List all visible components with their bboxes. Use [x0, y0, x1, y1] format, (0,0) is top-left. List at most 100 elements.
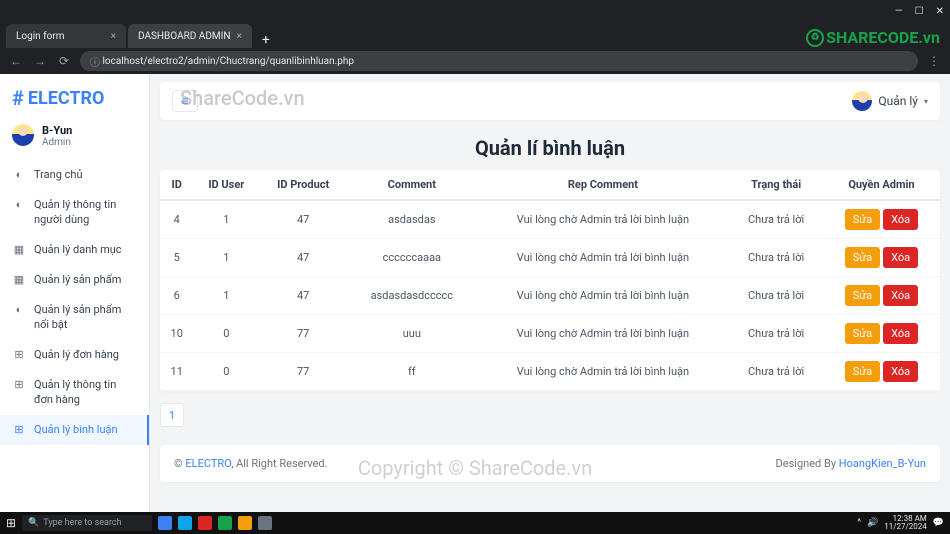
cell-id: 5 — [160, 239, 193, 277]
tab-close-icon[interactable]: × — [111, 31, 116, 42]
edit-button[interactable]: Sửa — [845, 361, 880, 382]
win-minimize-icon[interactable]: — — [895, 6, 903, 17]
cell-id-product: 47 — [259, 239, 347, 277]
sidebar-item-order-info[interactable]: ⊞Quản lý thông tin đơn hàng — [0, 370, 149, 415]
sidebar-item-home[interactable]: ◐Trang chủ — [0, 160, 149, 190]
url-input[interactable]: ⓘ localhost/electro2/admin/Chuctrang/qua… — [80, 51, 918, 71]
page-title: Quản lí bình luận — [150, 120, 950, 170]
th-id-product: ID Product — [259, 170, 347, 200]
cell-id-user: 1 — [193, 239, 259, 277]
sidebar-item-products[interactable]: ▦Quản lý sản phẩm — [0, 265, 149, 295]
sidebar: # ELECTRO B-Yun Admin ◐Trang chủ ◐Quản l… — [0, 74, 150, 512]
edit-button[interactable]: Sửa — [845, 285, 880, 306]
notifications-icon[interactable]: 💬 — [933, 518, 944, 528]
sidebar-toggle-button[interactable]: ≡ — [172, 90, 198, 112]
clock-date: 11/27/2024 — [884, 523, 927, 531]
table-row: 4147asdasdasVui lòng chờ Admin trả lời b… — [160, 200, 940, 239]
sidebar-item-comments[interactable]: ⊞Quản lý bình luận — [0, 415, 149, 445]
main-content: ≡ Quản lý ▾ Quản lí bình luận ID ID User… — [150, 74, 950, 512]
edit-button[interactable]: Sửa — [845, 247, 880, 268]
url-secure-icon: ⓘ — [90, 54, 102, 69]
cell-rep: Vui lòng chờ Admin trả lời bình luận — [477, 353, 730, 391]
nav-back-icon[interactable]: ← — [8, 54, 24, 68]
cell-actions: SửaXóa — [823, 353, 940, 391]
cell-actions: SửaXóa — [823, 239, 940, 277]
browser-menu-icon[interactable]: ⋮ — [926, 54, 942, 68]
cell-rep: Vui lòng chờ Admin trả lời bình luận — [477, 239, 730, 277]
sidebar-item-orders[interactable]: ⊞Quản lý đơn hàng — [0, 340, 149, 370]
tab-close-icon[interactable]: × — [236, 31, 241, 42]
cell-rep: Vui lòng chờ Admin trả lời bình luận — [477, 200, 730, 239]
cell-status: Chưa trả lời — [729, 200, 823, 239]
tabbar: Login form × DASHBOARD ADMIN × + — [0, 22, 950, 48]
grid-icon: ▦ — [12, 273, 26, 287]
start-button[interactable]: ⊞ — [6, 516, 16, 530]
task-icon[interactable] — [158, 516, 172, 530]
edit-button[interactable]: Sửa — [845, 323, 880, 344]
grid-icon: ▦ — [12, 243, 26, 257]
win-maximize-icon[interactable]: ☐ — [915, 6, 924, 17]
sidebar-item-label: Trang chủ — [34, 168, 83, 182]
browser-tab[interactable]: Login form × — [6, 24, 126, 48]
sidebar-user-role: Admin — [42, 137, 72, 148]
page-number-button[interactable]: 1 — [160, 403, 184, 427]
avatar-icon — [12, 124, 34, 146]
avatar-icon — [852, 91, 872, 111]
task-icon[interactable] — [258, 516, 272, 530]
sidebar-item-label: Quản lý đơn hàng — [34, 348, 119, 362]
browser-tab-active[interactable]: DASHBOARD ADMIN × — [128, 24, 252, 48]
chart-icon: ⊞ — [12, 423, 26, 437]
footer-copy: © — [174, 457, 183, 470]
tray-network-icon[interactable]: 🔊 — [867, 518, 878, 528]
taskbar-clock[interactable]: 12:38 AM 11/27/2024 — [884, 515, 927, 531]
table-row: 11077ffVui lòng chờ Admin trả lời bình l… — [160, 353, 940, 391]
delete-button[interactable]: Xóa — [883, 209, 918, 230]
titlebar: — ☐ ✕ — [0, 0, 950, 22]
sidebar-item-categories[interactable]: ▦Quản lý danh mục — [0, 235, 149, 265]
win-close-icon[interactable]: ✕ — [936, 6, 944, 17]
tab-title: Login form — [16, 31, 105, 42]
sidebar-user-name: B-Yun — [42, 124, 72, 137]
cell-id-product: 47 — [259, 200, 347, 239]
sidebar-item-label: Quản lý thông tin người dùng — [34, 198, 137, 227]
cell-actions: SửaXóa — [823, 315, 940, 353]
new-tab-button[interactable]: + — [254, 32, 278, 48]
sidebar-menu: ◐Trang chủ ◐Quản lý thông tin người dùng… — [0, 160, 149, 445]
tab-title: DASHBOARD ADMIN — [138, 31, 230, 42]
task-icon[interactable] — [178, 516, 192, 530]
cell-status: Chưa trả lời — [729, 277, 823, 315]
taskbar-search-placeholder: Type here to search — [43, 518, 121, 528]
cell-id-product: 77 — [259, 353, 347, 391]
task-icon[interactable] — [198, 516, 212, 530]
user-dropdown[interactable]: Quản lý ▾ — [852, 91, 928, 111]
footer: © ELECTRO, All Right Reserved. Designed … — [160, 445, 940, 482]
delete-button[interactable]: Xóa — [883, 323, 918, 344]
table-header-row: ID ID User ID Product Comment Rep Commen… — [160, 170, 940, 200]
footer-brand-link[interactable]: ELECTRO — [185, 457, 231, 470]
sidebar-item-featured[interactable]: ◐Quản lý sản phẩm nổi bật — [0, 295, 149, 340]
search-icon: 🔍 — [28, 518, 39, 528]
taskbar-search[interactable]: 🔍 Type here to search — [22, 515, 152, 531]
cell-id-user: 1 — [193, 277, 259, 315]
task-icon[interactable] — [238, 516, 252, 530]
sidebar-item-users[interactable]: ◐Quản lý thông tin người dùng — [0, 190, 149, 235]
delete-button[interactable]: Xóa — [883, 247, 918, 268]
cell-comment: asdasdasdccccc — [347, 277, 476, 315]
cell-id: 11 — [160, 353, 193, 391]
user-dropdown-label: Quản lý — [878, 94, 918, 108]
nav-reload-icon[interactable]: ⟳ — [56, 54, 72, 68]
delete-button[interactable]: Xóa — [883, 361, 918, 382]
cell-id-product: 47 — [259, 277, 347, 315]
cell-id: 6 — [160, 277, 193, 315]
task-icon[interactable] — [218, 516, 232, 530]
th-status: Trạng thái — [729, 170, 823, 200]
tray-chevron-up-icon[interactable]: ^ — [857, 518, 861, 528]
edit-button[interactable]: Sửa — [845, 209, 880, 230]
brand-logo[interactable]: # ELECTRO — [0, 82, 149, 120]
nav-forward-icon[interactable]: → — [32, 54, 48, 68]
brand-hash-icon: # — [12, 86, 24, 110]
footer-author-link[interactable]: HoangKien_B-Yun — [839, 457, 926, 470]
delete-button[interactable]: Xóa — [883, 285, 918, 306]
cell-comment: asdasdas — [347, 200, 476, 239]
cell-id-user: 1 — [193, 200, 259, 239]
